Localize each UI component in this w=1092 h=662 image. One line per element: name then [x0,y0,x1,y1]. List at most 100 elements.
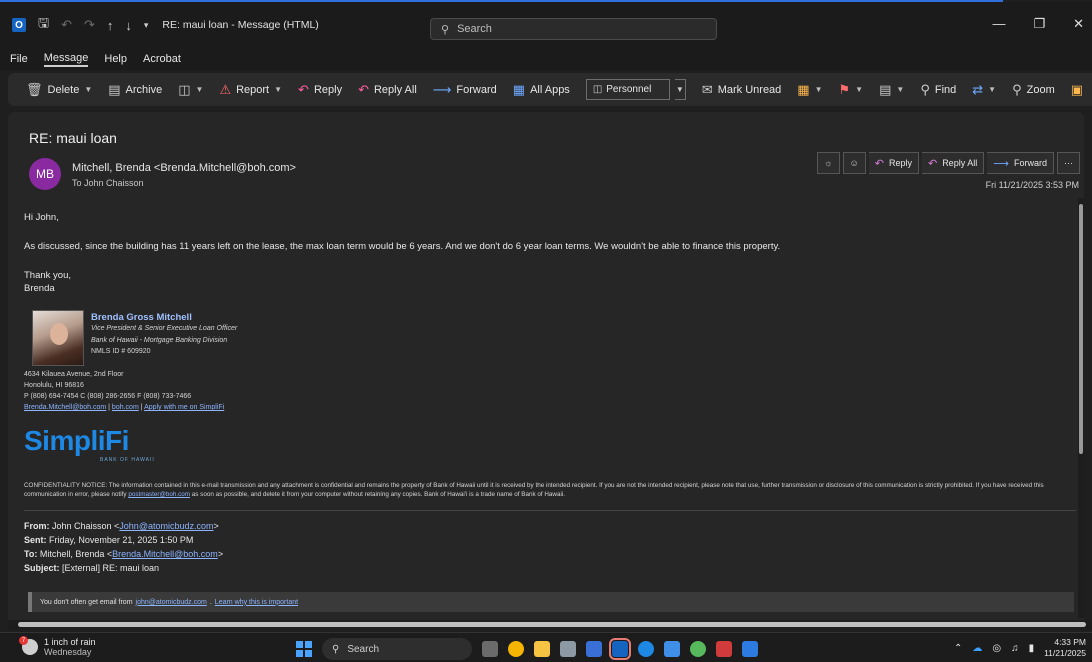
sender[interactable]: Mitchell, Brenda <Brenda.Mitchell@boh.co… [72,162,296,174]
search-input[interactable]: ⚲ Search [430,18,717,40]
save-icon[interactable]: 🖫 [38,14,49,36]
postmaster-link[interactable]: postmaster@boh.com [128,491,190,498]
forward-button[interactable]: ⟶ Forward [425,73,505,106]
quoted-to: To: Mitchell, Brenda <Brenda.Mitchell@bo… [24,549,224,559]
menu-bar: File Message Help Acrobat [0,48,1092,70]
translate-button[interactable]: ⇄ ▼ [964,73,1004,106]
volume-icon[interactable]: ♫ [1011,643,1019,654]
app-icon[interactable] [742,641,758,657]
signature-address1: 4634 Kilauea Avenue, 2nd Floor [24,371,124,378]
next-item-icon[interactable]: ↓ [125,18,132,33]
forward-icon: ⟶ [993,157,1009,170]
message-more-button[interactable]: ··· [1057,152,1080,174]
message-reply-all-button[interactable]: ↶ Reply All [921,152,985,174]
chevron-down-icon[interactable]: ▼ [674,79,686,100]
signature-nmls: NMLS ID # 609920 [91,348,151,355]
learn-why-link[interactable]: Learn why this is important [215,599,298,606]
mark-unread-button[interactable]: ✉ Mark Unread [694,73,789,106]
chevron-down-icon: ▼ [814,85,823,94]
categorize-button[interactable]: ▦ ▼ [789,73,830,106]
weather-widget[interactable]: 7 1 inch of rain Wednesday [19,636,96,657]
close-icon[interactable]: ✕ [1073,16,1084,32]
reply-button[interactable]: ↶ Reply [290,73,350,106]
chevron-down-icon: ▼ [274,85,283,94]
chevron-down-icon: ▼ [855,85,864,94]
customize-toolbar-icon[interactable]: ▾ [144,20,149,31]
start-button[interactable] [296,641,312,657]
archive-icon: ▤ [108,81,121,97]
message-subject: RE: maui loan [29,130,117,146]
menu-help[interactable]: Help [104,53,127,65]
scrollbar-thumb[interactable] [18,622,1086,627]
shield-icon: ⚠ [219,81,232,97]
rules-button[interactable]: ▤ ▼ [871,73,912,106]
chevron-down-icon[interactable]: ▼ [84,85,92,94]
battery-icon[interactable]: ▮ [1029,643,1035,654]
quoted-from-email-link[interactable]: John@atomicbudz.com [119,521,213,531]
taskbar: 7 1 inch of rain Wednesday ⚲ Search ⌃ ☁ ◎… [0,632,1092,662]
zoom-button[interactable]: ⚲ Zoom [1004,73,1063,106]
website-link[interactable]: boh.com [112,404,139,411]
vertical-scrollbar[interactable] [1078,198,1084,618]
redo-icon[interactable]: ↷ [84,17,95,33]
forward-icon: ⟶ [432,81,452,97]
menu-file[interactable]: File [10,53,28,65]
rules-icon: ▤ [879,81,892,97]
message-forward-button[interactable]: ⟶ Forward [987,152,1054,174]
quoted-to-email-link[interactable]: Brenda.Mitchell@boh.com [112,549,218,559]
minimize-icon[interactable]: — [992,16,1005,32]
scrollbar-thumb[interactable] [1079,204,1083,454]
reply-all-button[interactable]: ↶ Reply All [350,73,425,106]
addin-icon: ▣ [1070,81,1084,97]
flag-button[interactable]: ⚑ ▼ [831,73,872,106]
categorize-icon: ▦ [797,81,810,97]
show-hidden-icons-icon[interactable]: ⌃ [954,643,962,654]
file-explorer-icon[interactable] [534,641,550,657]
zoom-icon: ⚲ [1012,81,1022,97]
outlook-icon[interactable] [609,638,631,660]
photos-icon[interactable] [664,641,680,657]
report-button[interactable]: ⚠ Report ▼ [211,73,290,106]
copilot-icon[interactable] [690,641,706,657]
greeting: Hi John, [24,212,59,223]
previous-item-icon[interactable]: ↑ [107,18,114,33]
react-button[interactable]: ☺ [842,152,866,174]
task-view-icon[interactable] [482,641,498,657]
find-button[interactable]: ⚲ Find [912,73,964,106]
outlook-app-icon: O [12,18,26,32]
restore-icon[interactable]: ❐ [1033,16,1045,32]
onedrive-icon[interactable]: ☁ [972,643,982,654]
system-tray: ⌃ ☁ ◎ ♫ ▮ 4:33 PM 11/21/2025 [954,637,1086,659]
mcafee-icon[interactable] [716,641,732,657]
all-apps-button[interactable]: ▦ All Apps [505,73,578,106]
search-icon: ⚲ [920,81,930,97]
wifi-icon[interactable]: ◎ [992,643,1001,654]
clock[interactable]: 4:33 PM 11/21/2025 [1044,637,1086,659]
flag-icon: ⚑ [838,81,851,97]
archive-button[interactable]: ▤ Archive [100,73,170,106]
browser-icon[interactable] [638,641,654,657]
signature-name: Brenda Gross Mitchell [91,312,192,323]
recipient[interactable]: To John Chaisson [72,178,144,188]
signature-phones: P (808) 694-7454 C (808) 286-2656 F (808… [24,393,192,400]
brightness-button[interactable]: ☼ [817,152,840,174]
undo-icon[interactable]: ↶ [61,17,72,33]
menu-message[interactable]: Message [43,52,89,67]
avatar[interactable]: MB [29,158,61,190]
reply-icon: ↶ [298,81,309,97]
folder-select[interactable]: ◫ Personnel ▼ [578,73,694,106]
delete-button[interactable]: 🗑 Delete ▼ [18,73,100,106]
calculator-icon[interactable] [560,641,576,657]
chrome-icon[interactable] [508,641,524,657]
whiteboard-icon[interactable] [586,641,602,657]
search-icon: ⚲ [332,643,340,655]
addin-button[interactable]: ▣ [1063,73,1091,106]
taskbar-search[interactable]: ⚲ Search [322,638,472,660]
horizontal-scrollbar[interactable] [8,620,1092,630]
message-reply-button[interactable]: ↶ Reply [868,152,919,174]
signature-email-link[interactable]: Brenda.Mitchell@boh.com [24,404,106,411]
apply-link[interactable]: Apply with me on SimpliFi [144,404,224,411]
move-button[interactable]: ◫ ▼ [170,73,211,106]
menu-acrobat[interactable]: Acrobat [143,53,181,65]
warning-email-link[interactable]: john@atomicbudz.com [136,599,207,606]
